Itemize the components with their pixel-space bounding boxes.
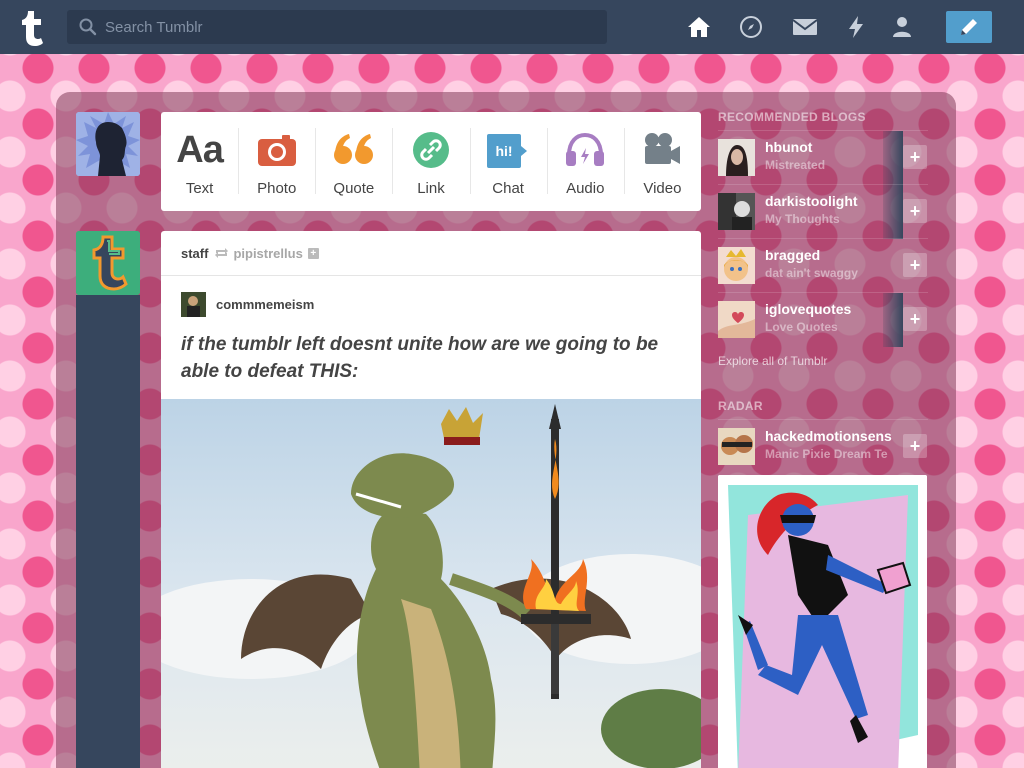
recommended-blog-item[interactable]: hbunot Mistreated + (718, 130, 928, 185)
reblogged-from-link[interactable]: pipistrellus (233, 246, 302, 261)
post-type-quote[interactable]: Quote (315, 112, 392, 211)
follow-button[interactable]: + (903, 434, 927, 458)
post-source: commmemeism (181, 292, 314, 317)
post-type-video[interactable]: Video (623, 112, 701, 211)
blog-title: Manic Pixie Dream Te (765, 447, 888, 461)
reblog-icon (215, 248, 229, 258)
post-type-label: Audio (566, 180, 605, 197)
follow-button[interactable]: + (903, 199, 927, 223)
inbox-mail-icon[interactable] (792, 14, 818, 40)
camera-icon (257, 130, 296, 170)
post-avatar-column (76, 295, 140, 768)
post-title: if the tumblr left doesnt unite how are … (181, 334, 659, 382)
follow-button[interactable]: + (903, 307, 927, 331)
headphones-icon (565, 130, 605, 170)
tumblr-logo-icon[interactable] (14, 8, 50, 46)
radar-heading: RADAR (718, 399, 763, 413)
blog-header-strip (883, 293, 903, 347)
radar-post-image[interactable] (718, 475, 927, 768)
quote-icon (333, 130, 375, 170)
blog-avatar[interactable] (718, 247, 755, 284)
post-type-label: Text (185, 180, 214, 197)
recommended-blog-item[interactable]: iglovequotes Love Quotes + (718, 292, 928, 347)
post-type-audio[interactable]: Audio (546, 112, 624, 211)
link-icon (412, 130, 450, 170)
blog-avatar[interactable] (718, 193, 755, 230)
search-icon (79, 18, 97, 36)
post-type-chat[interactable]: hi! Chat (469, 112, 547, 211)
blog-avatar[interactable] (718, 301, 755, 338)
post-author-link[interactable]: staff (181, 246, 208, 261)
home-icon[interactable] (686, 14, 712, 40)
blog-header-strip (883, 185, 903, 239)
text-aa-icon: Aa (176, 128, 224, 171)
blog-name[interactable]: bragged (765, 247, 905, 263)
post-header: staff pipistrellus + (161, 231, 701, 276)
compose-button[interactable] (946, 11, 992, 43)
user-avatar[interactable] (76, 112, 140, 176)
search-input[interactable] (105, 18, 585, 36)
activity-lightning-icon[interactable] (843, 14, 869, 40)
post-type-label: Chat (492, 180, 524, 197)
explore-all-link[interactable]: Explore all of Tumblr (718, 354, 827, 368)
post-card: staff pipistrellus + commmemeism if the … (161, 231, 701, 768)
source-avatar[interactable] (181, 292, 206, 317)
blog-title: dat ain't swaggy (765, 266, 858, 280)
reblog-info: pipistrellus + (214, 246, 319, 261)
post-type-label: Video (643, 180, 682, 197)
post-type-text[interactable]: Aa Text (161, 112, 238, 211)
recommended-blog-item[interactable]: bragged dat ain't swaggy + (718, 238, 928, 292)
recommended-blog-item[interactable]: darkistoolight My Thoughts + (718, 184, 928, 239)
top-bar (0, 0, 1024, 54)
explore-compass-icon[interactable] (738, 14, 764, 40)
post-type-label: Link (417, 180, 445, 197)
blog-avatar[interactable] (718, 428, 755, 465)
compose-pencil-icon (961, 19, 977, 35)
blog-header-strip (883, 131, 903, 185)
post-type-bar: Aa Text Photo Quote Link hi! Chat Audio (161, 112, 701, 211)
blog-name[interactable]: hackedmotionsens (765, 428, 905, 444)
follow-button[interactable]: + (903, 253, 927, 277)
follow-plus-icon[interactable]: + (307, 247, 319, 259)
post-image[interactable] (161, 399, 701, 768)
source-blog-name[interactable]: commmemeism (216, 297, 314, 312)
search-bar[interactable] (67, 10, 607, 44)
post-type-photo[interactable]: Photo (238, 112, 315, 211)
blog-avatar[interactable] (718, 139, 755, 176)
follow-button[interactable]: + (903, 145, 927, 169)
recommended-blogs-heading: RECOMMENDED BLOGS (718, 110, 866, 124)
post-type-label: Photo (257, 180, 297, 197)
chat-icon: hi! (487, 130, 529, 170)
svg-text:hi!: hi! (496, 143, 513, 159)
account-person-icon[interactable] (889, 14, 915, 40)
radar-blog-item[interactable]: hackedmotionsens Manic Pixie Dream Te + (718, 419, 928, 473)
post-type-label: Quote (333, 180, 375, 197)
video-camera-icon (643, 130, 681, 170)
post-type-link[interactable]: Link (392, 112, 469, 211)
staff-avatar[interactable] (76, 231, 140, 295)
